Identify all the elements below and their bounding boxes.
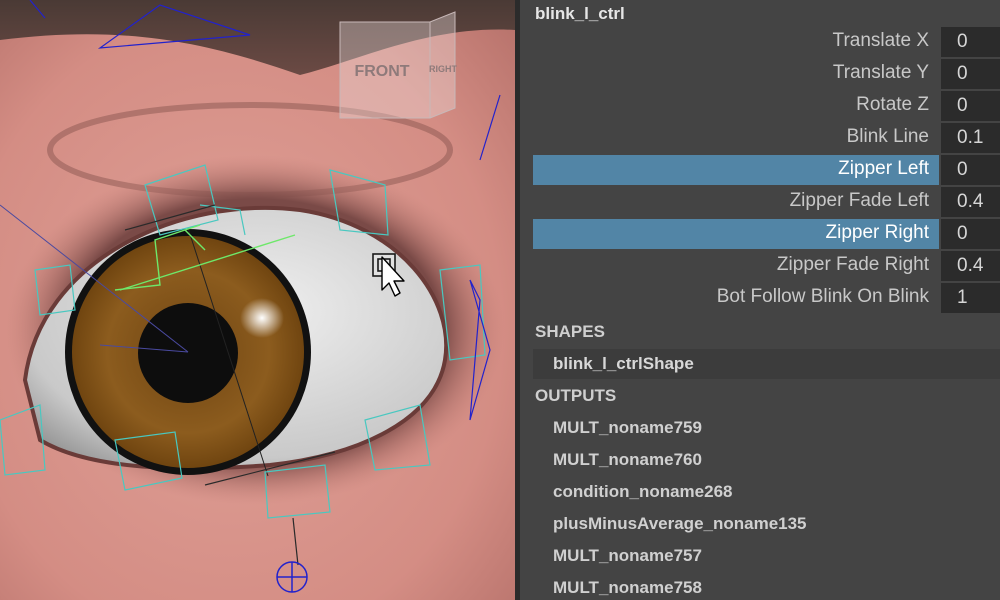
attr-row-bot-follow-blink[interactable]: Bot Follow Blink On Blink 1 [520,282,1000,313]
attr-value-field[interactable]: 0 [941,219,1000,249]
attr-value-field[interactable]: 0.4 [941,187,1000,217]
view-cube-front-label[interactable]: FRONT [354,63,409,80]
shape-item[interactable]: blink_l_ctrlShape [533,349,1000,379]
attr-label: Translate X [832,30,929,51]
view-cube-right-label[interactable]: RIGHT [429,64,458,74]
attr-row-translate-y[interactable]: Translate Y 0 [520,58,1000,89]
locator-icon[interactable] [276,561,308,593]
shapes-section-header[interactable]: SHAPES [535,318,605,346]
attr-row-rotate-z[interactable]: Rotate Z 0 [520,90,1000,121]
pupil [138,303,238,403]
outputs-section-header[interactable]: OUTPUTS [535,382,616,410]
attr-row-zipper-left[interactable]: Zipper Left 0 [520,154,1000,185]
output-item[interactable]: plusMinusAverage_noname135 [553,510,807,538]
attr-label: Translate Y [832,62,929,83]
attr-label: Zipper Fade Left [789,190,929,211]
attr-row-zipper-fade-left[interactable]: Zipper Fade Left 0.4 [520,186,1000,217]
shape-name: blink_l_ctrlShape [553,354,694,373]
view-cube[interactable]: FRONT RIGHT [339,11,458,119]
attr-label: Bot Follow Blink On Blink [716,286,929,307]
attr-value-field[interactable]: 0.1 [941,123,1000,153]
output-item[interactable]: MULT_noname760 [553,446,702,474]
output-item[interactable]: condition_noname268 [553,478,732,506]
attr-value-field[interactable]: 0 [941,59,1000,89]
node-name-header[interactable]: blink_l_ctrl [535,2,625,26]
output-item[interactable]: MULT_noname759 [553,414,702,442]
attr-label: Blink Line [846,126,929,147]
attr-label: Rotate Z [856,94,929,115]
attr-row-zipper-right[interactable]: Zipper Right 0 [520,218,1000,249]
attr-label: Zipper Left [838,158,929,179]
attr-value-field[interactable]: 0 [941,27,1000,57]
attr-value-field[interactable]: 1 [941,283,1000,313]
attr-row-blink-line[interactable]: Blink Line 0.1 [520,122,1000,153]
attr-row-zipper-fade-right[interactable]: Zipper Fade Right 0.4 [520,250,1000,281]
viewport-3d[interactable]: FRONT RIGHT [0,0,515,600]
attr-label: Zipper Right [825,222,930,243]
output-item[interactable]: MULT_noname757 [553,542,702,570]
attribute-editor-panel: blink_l_ctrl Translate X 0 Translate Y 0… [520,0,1000,600]
attr-row-translate-x[interactable]: Translate X 0 [520,26,1000,57]
attr-value-field[interactable]: 0 [941,91,1000,121]
output-item[interactable]: MULT_noname758 [553,574,702,600]
attr-label: Zipper Fade Right [776,254,929,275]
attr-value-field[interactable]: 0.4 [941,251,1000,281]
eye-specular [240,298,284,338]
attr-value-field[interactable]: 0 [941,155,1000,185]
